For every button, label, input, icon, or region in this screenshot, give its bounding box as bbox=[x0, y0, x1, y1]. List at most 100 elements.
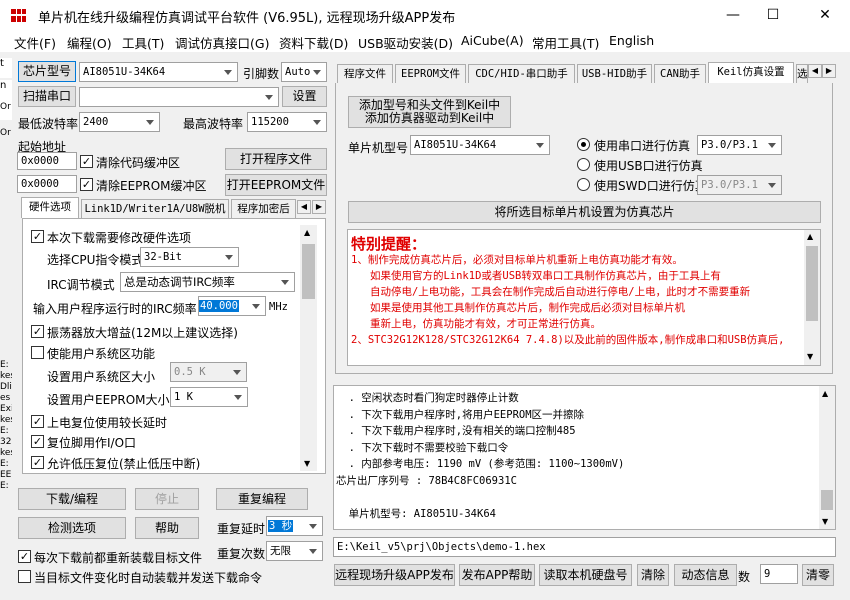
background-window-fragment: Dlir bbox=[0, 382, 12, 392]
pin-count-select[interactable]: Auto bbox=[281, 62, 327, 82]
dynamic-info-button[interactable]: 动态信息 bbox=[674, 564, 737, 586]
menu-file[interactable]: 文件(F) bbox=[14, 33, 56, 52]
tab-more[interactable]: 选 bbox=[796, 64, 808, 83]
menu-english[interactable]: English bbox=[609, 33, 654, 48]
serial-port-pins-select[interactable]: P3.0/P3.1 bbox=[697, 135, 782, 155]
menu-usb-driver[interactable]: USB驱动安装(D) bbox=[358, 33, 453, 52]
count-field[interactable]: 9 bbox=[760, 564, 798, 584]
serial-simulation-radio[interactable] bbox=[577, 138, 590, 151]
menu-aicube[interactable]: AiCube(A) bbox=[461, 33, 524, 48]
background-window-fragment: n bbox=[0, 80, 12, 120]
maximize-button[interactable]: ☐ bbox=[750, 0, 796, 30]
repeat-program-button[interactable]: 重复编程 bbox=[216, 488, 308, 510]
repeat-delay-select[interactable]: 3 秒 bbox=[266, 516, 323, 536]
auto-send-label: 当目标文件变化时自动装载并发送下载命令 bbox=[34, 571, 263, 585]
notice-line: 1、制作完成仿真芯片后，必须对目标单片机重新上电仿真功能才有效。 bbox=[351, 254, 683, 266]
publish-help-button[interactable]: 发布APP帮助 bbox=[459, 564, 535, 586]
modify-hardware-checkbox[interactable]: ✓ bbox=[31, 230, 44, 243]
clear-log-button[interactable]: 清除 bbox=[637, 564, 669, 586]
pin-count-label: 引脚数 bbox=[243, 67, 280, 81]
reload-each-checkbox[interactable]: ✓ bbox=[18, 550, 31, 563]
cpu-mode-label: 选择CPU指令模式 bbox=[47, 253, 144, 267]
scan-port-button[interactable]: 扫描串口 bbox=[18, 86, 76, 107]
right-tab-scroll-right-button[interactable]: ▶ bbox=[822, 64, 836, 78]
swd-simulation-radio[interactable] bbox=[577, 178, 590, 191]
tab-program-file[interactable]: 程序文件 bbox=[337, 64, 393, 83]
usb-simulation-radio[interactable] bbox=[577, 158, 590, 171]
scroll-down-icon[interactable]: ▼ bbox=[822, 517, 828, 526]
add-to-keil-button[interactable]: 添加型号和头文件到Keil中 添加仿真器驱动到Keil中 bbox=[348, 96, 511, 128]
low-voltage-reset-checkbox[interactable]: ✓ bbox=[31, 456, 44, 469]
stop-button[interactable]: 停止 bbox=[135, 488, 199, 510]
scroll-down-icon[interactable]: ▼ bbox=[304, 459, 310, 468]
background-window-fragment: EEP bbox=[0, 470, 12, 480]
enable-system-area-checkbox[interactable] bbox=[31, 346, 44, 359]
oscillator-gain-checkbox[interactable]: ✓ bbox=[31, 325, 44, 338]
scroll-up-icon[interactable]: ▲ bbox=[822, 389, 828, 398]
reset-pin-io-checkbox[interactable]: ✓ bbox=[31, 435, 44, 448]
read-disk-id-button[interactable]: 读取本机硬盘号 bbox=[539, 564, 632, 586]
file-path-field[interactable]: E:\Keil_v5\prj\Objects\demo-1.hex bbox=[333, 537, 836, 557]
swd-simulation-label: 使用SWD口进行仿真 bbox=[594, 179, 707, 193]
irc-mode-select[interactable]: 总是动态调节IRC频率 bbox=[120, 272, 295, 292]
settings-button[interactable]: 设置 bbox=[282, 86, 327, 107]
chip-model-select[interactable]: AI8051U-34K64 bbox=[79, 62, 238, 82]
reload-each-label: 每次下载前都重新装载目标文件 bbox=[34, 551, 203, 565]
right-tab-scroll-left-button[interactable]: ◀ bbox=[808, 64, 822, 78]
auto-send-checkbox[interactable] bbox=[18, 570, 31, 583]
power-reset-delay-checkbox[interactable]: ✓ bbox=[31, 415, 44, 428]
remote-upgrade-button[interactable]: 远程现场升级APP发布 bbox=[334, 564, 455, 586]
menu-debug[interactable]: 调试仿真接口(G) bbox=[175, 33, 269, 52]
tab-cdc-hid-serial[interactable]: CDC/HID-串口助手 bbox=[468, 64, 575, 83]
low-voltage-reset-label: 允许低压复位(禁止低压中断) bbox=[47, 457, 201, 471]
log-line: . 下次下载时不需要校验下载口令 bbox=[336, 441, 509, 454]
close-button[interactable]: ✕ bbox=[802, 0, 848, 30]
repeat-count-select[interactable]: 无限 bbox=[266, 541, 323, 561]
scroll-thumb[interactable] bbox=[302, 244, 315, 299]
reset-count-button[interactable]: 清零 bbox=[802, 564, 834, 586]
menu-program[interactable]: 编程(O) bbox=[67, 33, 112, 52]
tab-encryption[interactable]: 程序加密后 bbox=[231, 199, 296, 218]
background-window-fragment: E:kesDliresExikesE:32kesE:EEPE: bbox=[0, 360, 12, 492]
scroll-up-icon[interactable]: ▲ bbox=[304, 228, 310, 237]
scroll-down-icon[interactable]: ▼ bbox=[807, 352, 813, 361]
serial-simulation-label: 使用串口进行仿真 bbox=[594, 139, 691, 153]
program-address-field[interactable]: 0x0000 bbox=[17, 152, 77, 170]
scroll-thumb[interactable] bbox=[806, 246, 818, 321]
tab-can[interactable]: CAN助手 bbox=[654, 64, 706, 83]
usb-simulation-label: 使用USB口进行仿真 bbox=[594, 159, 703, 173]
tab-scroll-left-button[interactable]: ◀ bbox=[297, 200, 311, 214]
open-eeprom-button[interactable]: 打开EEPROM文件 bbox=[225, 174, 327, 196]
menu-downloads[interactable]: 资料下载(D) bbox=[279, 33, 348, 52]
menu-tools[interactable]: 工具(T) bbox=[122, 33, 164, 52]
chip-model-button[interactable]: 芯片型号 bbox=[18, 61, 76, 82]
tab-usb-hid[interactable]: USB-HID助手 bbox=[577, 64, 652, 83]
irc-frequency-label: 输入用户程序运行时的IRC频率 bbox=[33, 302, 197, 316]
scroll-up-icon[interactable]: ▲ bbox=[807, 232, 813, 241]
menu-common-tools[interactable]: 常用工具(T) bbox=[532, 33, 599, 52]
scroll-thumb[interactable] bbox=[821, 490, 833, 510]
help-button[interactable]: 帮助 bbox=[135, 517, 199, 539]
serial-port-select[interactable] bbox=[79, 87, 279, 107]
swd-port-pins-select[interactable]: P3.0/P3.1 bbox=[697, 175, 782, 195]
eeprom-address-field[interactable]: 0x0000 bbox=[17, 175, 77, 193]
clear-eeprom-checkbox[interactable]: ✓ bbox=[80, 178, 93, 191]
tab-hardware-options[interactable]: 硬件选项 bbox=[21, 197, 79, 218]
set-simulation-chip-button[interactable]: 将所选目标单片机设置为仿真芯片 bbox=[348, 201, 821, 223]
cpu-mode-select[interactable]: 32-Bit bbox=[140, 247, 239, 267]
mcu-model-select[interactable]: AI8051U-34K64 bbox=[410, 135, 550, 155]
background-window-edge bbox=[840, 55, 850, 600]
irc-frequency-select[interactable]: 40.000 bbox=[198, 296, 266, 316]
max-baud-select[interactable]: 115200 bbox=[247, 112, 327, 132]
system-area-size-select[interactable]: 0.5 K bbox=[170, 362, 247, 382]
min-baud-select[interactable]: 2400 bbox=[79, 112, 160, 132]
download-button[interactable]: 下载/编程 bbox=[18, 488, 126, 510]
tab-eeprom-file[interactable]: EEPROM文件 bbox=[395, 64, 466, 83]
tab-keil-simulation[interactable]: Keil仿真设置 bbox=[708, 62, 794, 83]
tab-scroll-right-button[interactable]: ▶ bbox=[312, 200, 326, 214]
detect-options-button[interactable]: 检测选项 bbox=[18, 517, 126, 539]
clear-code-checkbox[interactable]: ✓ bbox=[80, 155, 93, 168]
tab-offline-writer[interactable]: Link1D/Writer1A/U8W脱机 bbox=[81, 199, 229, 218]
eeprom-size-select[interactable]: 1 K bbox=[170, 387, 248, 407]
open-program-button[interactable]: 打开程序文件 bbox=[225, 148, 327, 170]
